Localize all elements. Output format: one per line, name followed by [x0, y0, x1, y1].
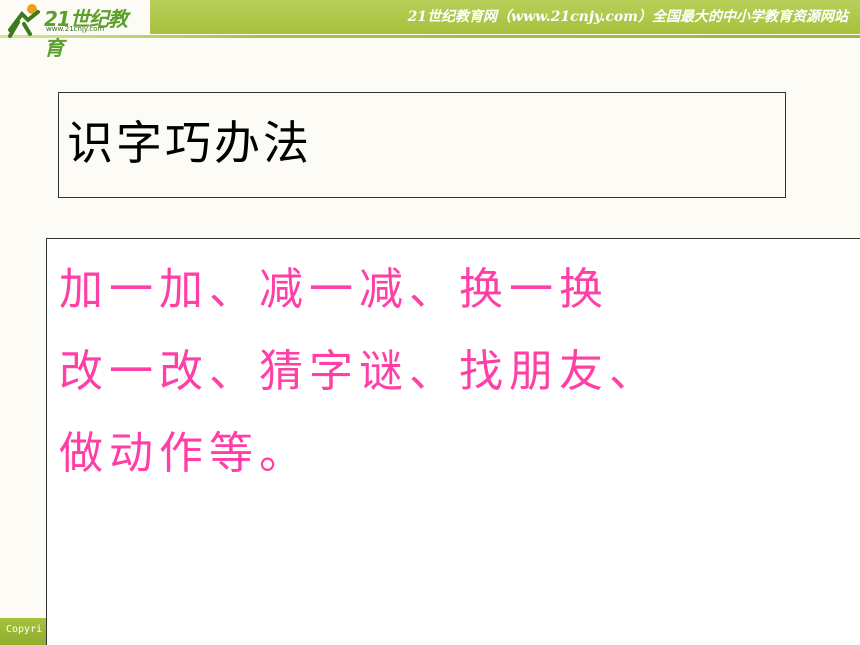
header-banner: 21世纪教育 www.21cnjy.com 21世纪教育网（www.21cnjy… [0, 0, 860, 60]
content-box: 加一加、减一减、换一换 改一改、猜字谜、找朋友、 做动作等。 [46, 238, 860, 645]
copyright-text: Copyri [6, 624, 43, 635]
site-caption: 21世纪教育网（www.21cnjy.com）全国最大的中小学教育资源网站 [407, 9, 848, 25]
content-line-3: 做动作等。 [59, 428, 309, 479]
content-line-2: 改一改、猜字谜、找朋友、 [59, 346, 659, 397]
slide-title: 识字巧办法 [67, 116, 312, 170]
title-box: 识字巧办法 [58, 92, 786, 198]
logo-runner-icon [8, 4, 40, 38]
site-logo: 21世纪教育 www.21cnjy.com [4, 0, 144, 60]
content-line-1: 加一加、减一减、换一换 [59, 264, 609, 315]
logo-subtext: www.21cnjy.com [46, 25, 105, 33]
